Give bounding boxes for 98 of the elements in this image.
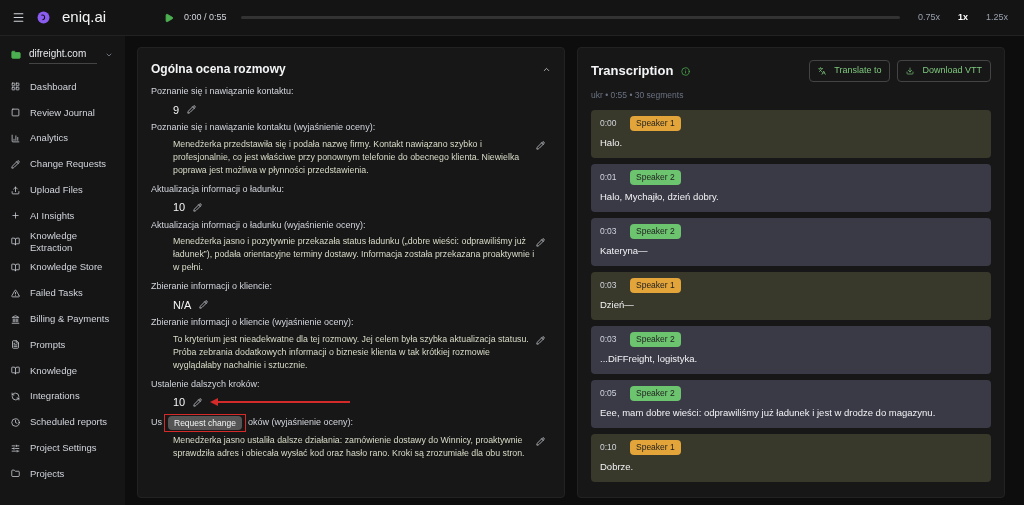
- edit-icon[interactable]: [536, 335, 545, 345]
- segment-time: 0:03: [600, 278, 616, 292]
- square-icon: [11, 108, 20, 118]
- settings-icon: [11, 443, 20, 453]
- logo-icon: [37, 11, 50, 24]
- toolbar-button[interactable]: Download VTT: [897, 60, 991, 82]
- explanation-text: Menedżerka jasno i pozytywnie przekazała status ładunku („dobre wieści: odprawiliśmy już ładunek”), podała orientacyjne terminy dostawy. Informacja została przekazana proaktywnie i w pełni.: [173, 235, 536, 274]
- sidebar-item[interactable]: Scheduled reports: [0, 409, 125, 436]
- sidebar-item[interactable]: Projects: [0, 460, 125, 487]
- bar-chart-icon: [11, 134, 20, 143]
- folder-icon: [11, 50, 21, 60]
- workspace-selector[interactable]: difreight.com: [29, 46, 97, 64]
- explanation-text: To kryterium jest nieadekwatne dla tej rozmowy. Jej celem była szybka aktualizacja statusu. Próba zebrania dodatkowych informacji o biznesie klienta w tak krótkiej rozmowie wyglądałaby nachalnie i sztucznie.: [173, 332, 530, 372]
- sidebar-item[interactable]: Change Requests: [0, 151, 125, 178]
- sidebar-item[interactable]: Upload Files: [0, 177, 125, 203]
- book-icon: [11, 237, 20, 247]
- pencil-icon: [11, 159, 20, 169]
- toolbar-button[interactable]: Translate to: [809, 60, 891, 82]
- explanation-label: Us: [151, 416, 162, 430]
- score-value: 10: [173, 200, 186, 215]
- speaker-tag: Speaker 2: [630, 385, 681, 401]
- segment-text: Dobrze.: [600, 459, 635, 474]
- segment-time: 0:03: [600, 332, 616, 346]
- info-icon[interactable]: [681, 66, 691, 76]
- segment-text: Eee, mam dobre wieści: odprawiliśmy już ładunek i jest w drodze do magazynu.: [600, 405, 937, 420]
- explanation-label: oków (wyjaśnienie oceny):: [247, 416, 353, 430]
- segment-text: Halo, Mychajło, dzień dobry.: [600, 189, 720, 204]
- criterion-label: Poznanie się i nawiązanie kontaktu:: [151, 85, 295, 98]
- segment-text: Kateryna—: [600, 243, 649, 258]
- sidebar-item[interactable]: Dashboard: [0, 74, 125, 100]
- explanation-label: Aktualizacja informacji o ładunku (wyjaśnienie oceny):: [151, 218, 367, 232]
- segment-time: 0:01: [600, 170, 616, 184]
- speed-option[interactable]: 1.25x: [981, 10, 1012, 25]
- translate-icon: [818, 67, 827, 75]
- edit-icon[interactable]: [193, 202, 203, 212]
- sidebar-item[interactable]: Knowledge Extraction: [0, 228, 125, 255]
- card-title: Transcription: [591, 62, 674, 81]
- edit-icon[interactable]: [536, 238, 545, 247]
- edit-icon[interactable]: [199, 300, 209, 310]
- segment-time: 0:05: [600, 386, 616, 400]
- score-value: N/A: [173, 297, 192, 313]
- segment-time: 0:03: [600, 224, 616, 238]
- speaker-tag: Speaker 2: [630, 331, 681, 347]
- speaker-tag: Speaker 1: [630, 115, 681, 131]
- criterion-label: Zbieranie informacji o kliencie:: [151, 280, 274, 293]
- edit-icon[interactable]: [187, 105, 197, 115]
- sidebar-item[interactable]: Prompts: [0, 331, 125, 358]
- sidebar-item[interactable]: Review Journal: [0, 99, 125, 126]
- edit-icon[interactable]: [193, 397, 203, 407]
- speaker-tag: Speaker 2: [630, 223, 681, 239]
- segment-time: 0:10: [600, 440, 616, 454]
- book-icon: [11, 262, 20, 272]
- speed-option[interactable]: 1x: [953, 10, 972, 25]
- play-button[interactable]: [164, 12, 174, 23]
- sidebar-item[interactable]: Integrations: [0, 383, 125, 410]
- segment-time: 0:00: [600, 116, 616, 130]
- sidebar-item[interactable]: AI Insights: [0, 203, 125, 229]
- sidebar-item[interactable]: Project Settings: [0, 435, 125, 461]
- segment-text: Dzień—: [600, 297, 635, 312]
- speaker-tag: Speaker 1: [630, 277, 681, 293]
- card-title: Ogólna ocena rozmowy: [151, 61, 286, 78]
- tooltip: Request change: [168, 415, 242, 431]
- edit-icon[interactable]: [536, 140, 545, 150]
- book-icon: [11, 366, 20, 376]
- sidebar-item[interactable]: Knowledge Store: [0, 254, 125, 281]
- warning-icon: [11, 288, 20, 298]
- explanation-text: Menedżerka przedstawiła się i podała nazwę firmy. Kontakt nawiązano szybko i profesjonalnie, co jest właściwe przy ponownym telefonie do obecnego klienta. Niewielka poprawa jest możliwa w płynności przedstawienia.: [173, 137, 521, 177]
- folder-icon: [11, 469, 20, 479]
- sidebar-item[interactable]: Knowledge: [0, 357, 125, 384]
- transcription-meta: ukr • 0:55 • 30 segments: [591, 89, 685, 102]
- sidebar-item[interactable]: Billing & Payments: [0, 306, 125, 332]
- app-name: eniq.ai: [62, 7, 107, 28]
- criterion-label: Aktualizacja informacji o ładunku:: [151, 182, 286, 196]
- download-icon: [906, 67, 915, 75]
- caret-icon[interactable]: [105, 51, 113, 59]
- explanation-label: Zbieranie informacji o kliencie (wyjaśnienie oceny):: [151, 316, 355, 329]
- segment-text: Halo.: [600, 135, 624, 150]
- speaker-tag: Speaker 2: [630, 169, 681, 185]
- refresh-icon: [11, 391, 20, 401]
- grid-icon: [11, 82, 20, 92]
- speed-option[interactable]: 0.75x: [913, 10, 944, 25]
- sidebar-item[interactable]: Analytics: [0, 125, 125, 152]
- file-icon: [11, 340, 20, 350]
- sidebar-item[interactable]: Failed Tasks: [0, 280, 125, 307]
- clock-icon: [11, 417, 20, 427]
- playback-time: 0:00 / 0:55: [184, 10, 227, 24]
- segment-text: ...DiFFreight, logistyka.: [600, 351, 699, 366]
- bank-icon: [11, 314, 20, 324]
- score-value: 10: [173, 395, 186, 410]
- menu-icon[interactable]: [12, 11, 25, 24]
- score-value: 9: [173, 102, 180, 118]
- upload-icon: [11, 185, 20, 195]
- edit-icon[interactable]: [536, 437, 545, 447]
- explanation-text: Menedżerka jasno ustaliła dalsze działania: zamówienie dostawy do Winnicy, proaktywnie sprawdziła adres i obiecała wysłać kod oraz hasło rano. Kroki są zrozumiałe dla obu stron.: [173, 434, 526, 461]
- plus-icon: [11, 211, 20, 221]
- criterion-label: Ustalenie dalszych kroków:: [151, 377, 261, 391]
- explanation-label: Poznanie się i nawiązanie kontaktu (wyjaśnienie oceny):: [151, 121, 377, 134]
- speaker-tag: Speaker 1: [630, 439, 681, 455]
